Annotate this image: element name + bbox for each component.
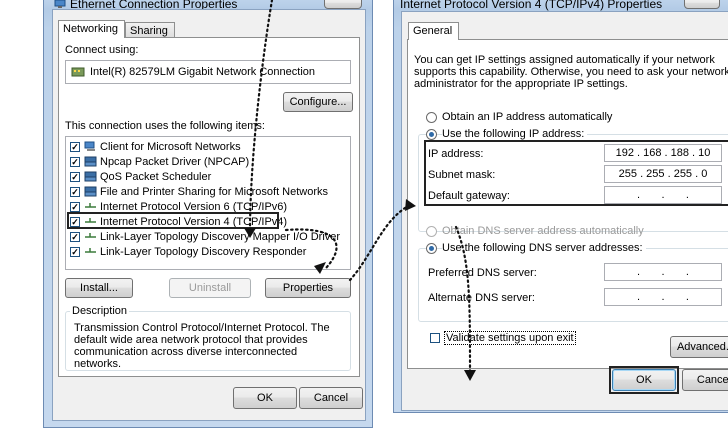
protocol-icon <box>84 246 97 257</box>
window-title: Internet Protocol Version 4 (TCP/IPv4) P… <box>400 0 663 11</box>
tab-sharing[interactable]: Sharing <box>125 22 175 38</box>
networking-tab-panel: Connect using: Intel(R) 82579LM Gigabit … <box>58 37 360 377</box>
obtain-dns-auto-label[interactable]: Obtain DNS server address automatically <box>442 225 644 237</box>
help-button[interactable] <box>324 0 362 9</box>
tab-general[interactable]: General <box>408 22 460 40</box>
intro-text: You can get IP settings assigned automat… <box>414 54 728 90</box>
dialog-client-area: Networking Sharing Connect using: Intel(… <box>52 9 366 421</box>
obtain-ip-auto-label[interactable]: Obtain an IP address automatically <box>442 111 612 123</box>
connect-using-label: Connect using: <box>65 44 139 56</box>
dns-group <box>418 248 728 322</box>
tab-networking[interactable]: Networking <box>58 20 126 38</box>
description-text: Transmission Control Protocol/Internet P… <box>74 322 330 370</box>
properties-button[interactable]: Properties <box>265 278 351 298</box>
network-client-icon <box>84 141 97 152</box>
network-icon <box>54 0 66 9</box>
default-gateway-field[interactable]: . . . <box>604 186 722 204</box>
list-item[interactable]: ✓ Client for Microsoft Networks <box>66 140 350 154</box>
network-service-icon <box>84 156 97 167</box>
obtain-ip-auto-radio[interactable] <box>426 112 437 123</box>
item-label: Link-Layer Topology Discovery Mapper I/O… <box>100 231 341 243</box>
general-tab-panel: You can get IP settings assigned automat… <box>407 39 728 369</box>
item-label: Link-Layer Topology Discovery Responder <box>100 246 307 258</box>
item-checkbox[interactable]: ✓ <box>70 172 80 182</box>
network-service-icon <box>84 171 97 182</box>
item-checkbox[interactable]: ✓ <box>70 187 80 197</box>
items-label: This connection uses the following items… <box>65 120 265 132</box>
list-item[interactable]: ✓ File and Printer Sharing for Microsoft… <box>66 185 350 199</box>
item-checkbox[interactable]: ✓ <box>70 232 80 242</box>
protocol-icon <box>84 231 97 242</box>
item-checkbox[interactable]: ✓ <box>70 202 80 212</box>
alternate-dns-label: Alternate DNS server: <box>428 292 535 304</box>
item-label: QoS Packet Scheduler <box>100 171 212 183</box>
default-gateway-label: Default gateway: <box>428 190 510 202</box>
help-button[interactable] <box>684 0 720 9</box>
validate-checkbox[interactable] <box>430 333 440 343</box>
ip-address-label: IP address: <box>428 148 484 160</box>
description-group: Description Transmission Control Protoco… <box>65 305 351 371</box>
list-item[interactable]: ✓ Link-Layer Topology Discovery Mapper I… <box>66 230 350 244</box>
item-label: Client for Microsoft Networks <box>100 141 241 153</box>
use-following-ip-label[interactable]: Use the following IP address: <box>442 128 588 140</box>
item-checkbox[interactable]: ✓ <box>70 157 80 167</box>
obtain-dns-auto-radio[interactable] <box>426 226 437 237</box>
adapter-icon <box>71 66 85 81</box>
item-label: File and Printer Sharing for Microsoft N… <box>100 186 329 198</box>
use-following-ip-radio[interactable] <box>426 129 437 140</box>
preferred-dns-field[interactable]: . . . <box>604 263 722 281</box>
ipv4-properties-window: Internet Protocol Version 4 (TCP/IPv4) P… <box>393 0 728 413</box>
list-item[interactable]: ✓ Link-Layer Topology Discovery Responde… <box>66 245 350 259</box>
ok-button[interactable]: OK <box>233 387 297 409</box>
list-item[interactable]: ✓ QoS Packet Scheduler <box>66 170 350 184</box>
cancel-button[interactable]: Cancel <box>299 387 363 409</box>
protocol-icon <box>84 201 97 212</box>
ip-address-field[interactable]: 192 . 168 . 188 . 10 <box>604 144 722 162</box>
dialog-client-area: General You can get IP settings assigned… <box>401 11 728 411</box>
item-checkbox[interactable]: ✓ <box>70 142 80 152</box>
item-label: Npcap Packet Driver (NPCAP) <box>100 156 250 168</box>
subnet-mask-field[interactable]: 255 . 255 . 255 . 0 <box>604 165 722 183</box>
subnet-mask-label: Subnet mask: <box>428 169 496 181</box>
adapter-box: Intel(R) 82579LM Gigabit Network Connect… <box>65 60 351 84</box>
ok-highlight-box <box>609 366 679 394</box>
adapter-name: Intel(R) 82579LM Gigabit Network Connect… <box>90 66 316 78</box>
preferred-dns-label: Preferred DNS server: <box>428 267 537 279</box>
network-service-icon <box>84 186 97 197</box>
validate-label[interactable]: Validate settings upon exit <box>444 331 576 345</box>
cancel-button[interactable]: Cancel <box>682 369 728 391</box>
advanced-button[interactable]: Advanced... <box>670 336 728 358</box>
ethernet-properties-window: Ethernet Connection Properties Networkin… <box>43 0 373 428</box>
use-following-dns-radio[interactable] <box>426 243 437 254</box>
ipv4-highlight-box <box>67 212 279 229</box>
uninstall-button[interactable]: Uninstall <box>169 278 251 298</box>
use-following-dns-label[interactable]: Use the following DNS server addresses: <box>442 242 646 254</box>
alternate-dns-field[interactable]: . . . <box>604 288 722 306</box>
item-checkbox[interactable]: ✓ <box>70 247 80 257</box>
list-item[interactable]: ✓ Npcap Packet Driver (NPCAP) <box>66 155 350 169</box>
configure-button[interactable]: Configure... <box>283 92 353 112</box>
install-button[interactable]: Install... <box>65 278 133 298</box>
description-heading: Description <box>70 305 130 317</box>
items-list[interactable]: ✓ Client for Microsoft Networks ✓ Npcap … <box>65 136 351 270</box>
